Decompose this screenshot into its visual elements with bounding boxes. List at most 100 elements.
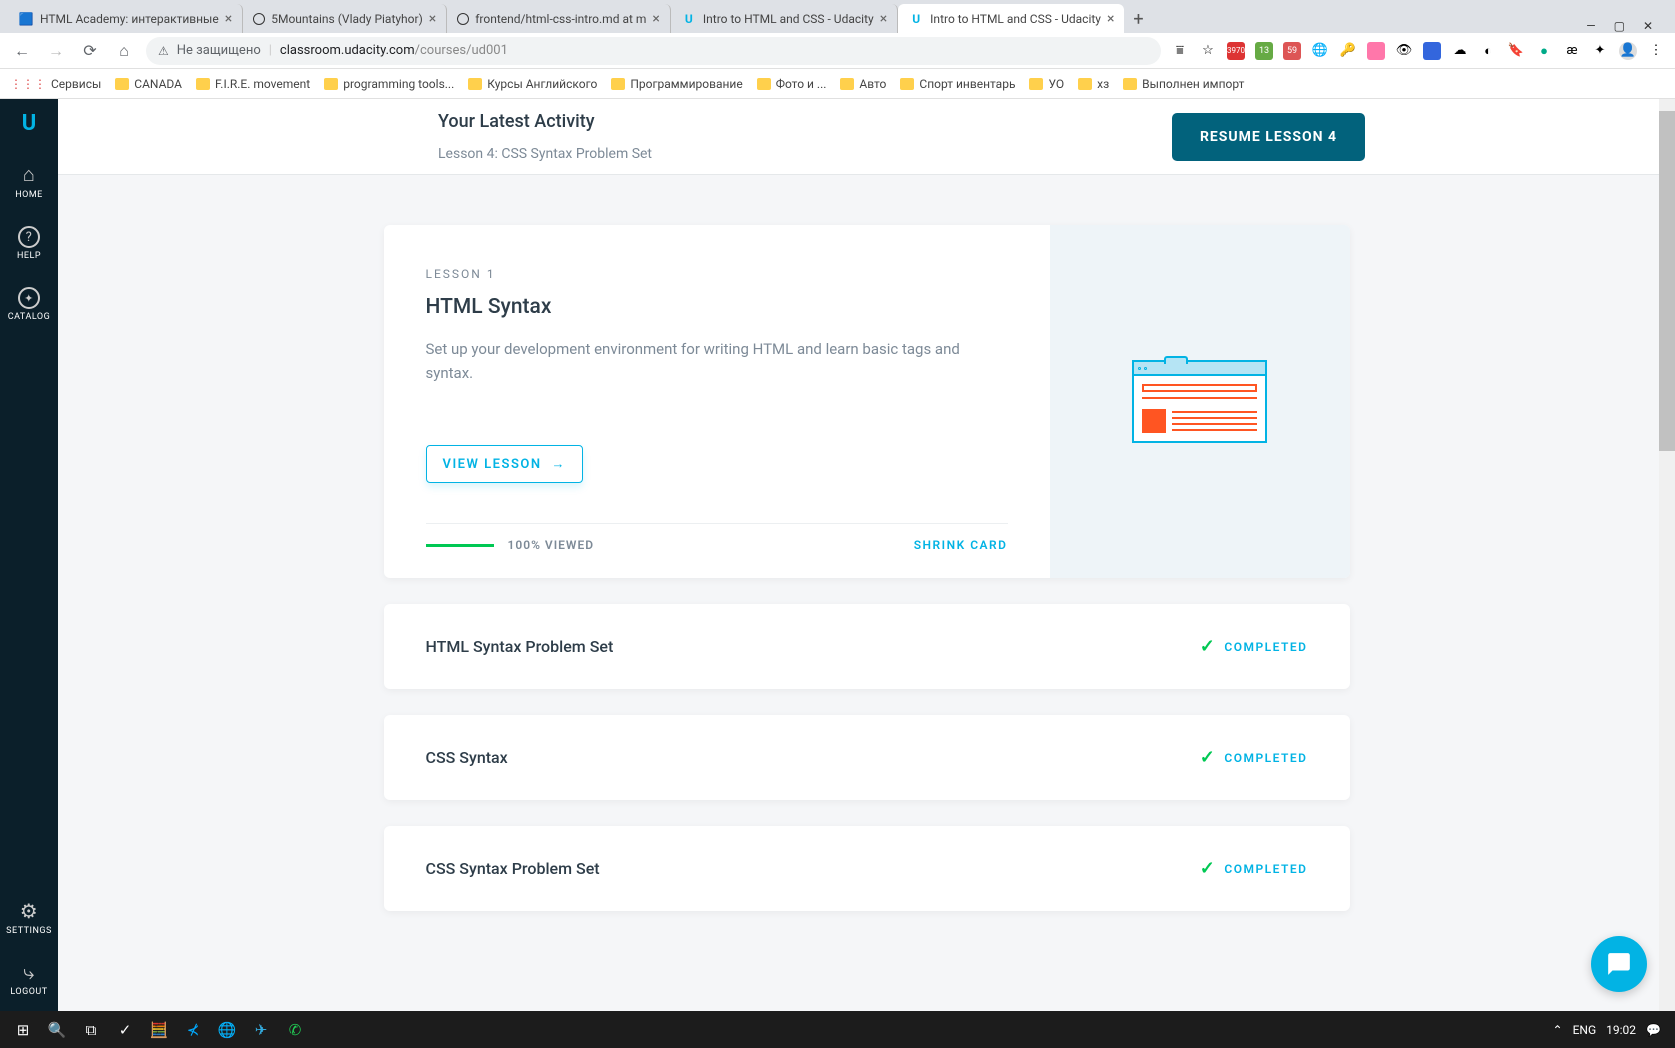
compass-icon: ✦ [18,287,40,309]
view-lesson-label: VIEW LESSON [443,457,542,472]
task-view-icon[interactable]: ⧉ [74,1015,108,1045]
sidebar-item-help[interactable]: ?HELP [17,226,41,261]
lesson-card[interactable]: CSS Syntax ✓COMPLETED [384,715,1350,800]
bookmark-folder[interactable]: УО [1029,77,1064,91]
folder-icon [1123,78,1137,90]
ext-icon[interactable]: 👁 [1395,42,1413,60]
back-button[interactable]: ← [10,39,34,63]
favicon: U [681,11,697,27]
ext-icon[interactable]: ● [1535,42,1553,60]
sidebar-item-settings[interactable]: ⚙SETTINGS [6,899,52,936]
resume-lesson-button[interactable]: RESUME LESSON 4 [1172,113,1365,161]
ext-icon[interactable]: 59 [1283,42,1301,60]
translate-icon[interactable]: ⩸ [1171,42,1189,60]
close-icon[interactable]: × [1107,11,1114,27]
language-indicator[interactable]: ENG [1573,1023,1597,1037]
tray-chevron-icon[interactable]: ⌃ [1553,1023,1563,1037]
bookmark-folder[interactable]: Авто [840,77,886,91]
sidebar-item-catalog[interactable]: ✦CATALOG [8,287,50,322]
favicon: 🟦 [18,11,34,27]
favicon [253,13,265,25]
lesson-card[interactable]: HTML Syntax Problem Set ✓COMPLETED [384,604,1350,689]
close-icon[interactable]: × [429,11,436,27]
arrow-right-icon: → [552,456,567,472]
scrollbar[interactable] [1659,99,1675,1011]
scroll-thumb[interactable] [1659,111,1675,451]
shrink-card-button[interactable]: SHRINK CARD [914,538,1008,552]
tab-3[interactable]: UIntro to HTML and CSS - Udacity× [671,4,898,33]
taskbar-app[interactable]: 🧮 [142,1015,176,1045]
completed-badge: ✓COMPLETED [1200,858,1308,879]
ext-icon[interactable]: 3970 [1227,42,1245,60]
udacity-logo[interactable]: U [22,111,37,136]
clock[interactable]: 19:02 [1606,1023,1636,1037]
ext-icon[interactable] [1423,42,1441,60]
ext-icon[interactable]: æ [1563,42,1581,60]
tab-title: frontend/html-css-intro.md at m [475,12,646,26]
apps-button[interactable]: ⋮⋮⋮Сервисы [10,77,101,91]
menu-icon[interactable]: ⋮ [1647,42,1665,60]
telegram-icon[interactable]: ✈ [244,1015,278,1045]
favicon [457,13,469,25]
address-bar: ← → ⟳ ⌂ ⚠ Не защищено | classroom.udacit… [0,33,1675,69]
chrome-icon[interactable]: 🌐 [210,1015,244,1045]
profile-avatar[interactable]: 👤 [1619,42,1637,60]
lesson-title: HTML Syntax [426,295,1008,319]
ext-icon[interactable] [1367,42,1385,60]
notifications-icon[interactable]: 💬 [1646,1023,1661,1037]
chat-button[interactable] [1591,936,1647,992]
completed-badge: ✓COMPLETED [1200,747,1308,768]
ext-icon[interactable]: 13 [1255,42,1273,60]
sidebar-item-logout[interactable]: ⤷LOGOUT [6,960,52,997]
search-icon[interactable]: 🔍 [40,1015,74,1045]
extensions-icon[interactable]: ✦ [1591,42,1609,60]
sidebar: U ⌂HOME ?HELP ✦CATALOG ⚙SETTINGS ⤷LOGOUT [0,99,58,1011]
tab-2[interactable]: frontend/html-css-intro.md at m × [447,4,671,33]
main-content: Your Latest Activity Lesson 4: CSS Synta… [58,99,1675,1011]
tab-4-active[interactable]: UIntro to HTML and CSS - Udacity× [898,4,1124,33]
ext-icon[interactable]: 🔑 [1339,42,1357,60]
view-lesson-button[interactable]: VIEW LESSON → [426,445,584,483]
start-button[interactable]: ⊞ [6,1015,40,1045]
bookmark-folder[interactable]: F.I.R.E. movement [196,77,310,91]
whatsapp-icon[interactable]: ✆ [278,1015,312,1045]
bookmark-folder[interactable]: Фото и ... [757,77,827,91]
forward-button[interactable]: → [44,39,68,63]
bookmark-folder[interactable]: Программирование [611,77,742,91]
activity-header: Your Latest Activity Lesson 4: CSS Synta… [58,99,1675,175]
new-tab-button[interactable]: + [1124,5,1152,33]
taskbar-app[interactable]: ✓ [108,1015,142,1045]
reload-button[interactable]: ⟳ [78,39,102,63]
bookmark-folder[interactable]: programming tools... [324,77,454,91]
bookmark-folder[interactable]: Выполнен импорт [1123,77,1244,91]
close-icon[interactable]: × [225,11,232,27]
star-icon[interactable]: ☆ [1199,42,1217,60]
extension-icons: ⩸ ☆ 3970 13 59 🌐 🔑 👁 ☁ ◐ 🔖 ● æ ✦ 👤 ⋮ [1171,42,1665,60]
ext-icon[interactable]: 🌐 [1311,42,1329,60]
close-window-icon[interactable]: ✕ [1643,19,1653,33]
check-icon: ✓ [1200,636,1217,657]
bookmark-folder[interactable]: CANADA [115,77,182,91]
bookmark-folder[interactable]: Курсы Английского [468,77,597,91]
minimize-icon[interactable]: — [1586,19,1595,33]
close-icon[interactable]: × [652,11,659,27]
lesson-card[interactable]: CSS Syntax Problem Set ✓COMPLETED [384,826,1350,911]
bookmark-folder[interactable]: Спорт инвентарь [900,77,1015,91]
tab-0[interactable]: 🟦HTML Academy: интерактивные× [8,4,243,33]
tab-title: 5Mountains (Vlady Piatyhor) [271,12,423,26]
vscode-icon[interactable]: ⊀ [176,1015,210,1045]
home-button[interactable]: ⌂ [112,39,136,63]
chat-icon [1606,951,1632,977]
tab-1[interactable]: 5Mountains (Vlady Piatyhor) × [243,4,447,33]
bookmark-folder[interactable]: хз [1078,77,1109,91]
ext-icon[interactable]: ☁ [1451,42,1469,60]
folder-icon [115,78,129,90]
maximize-icon[interactable]: ▢ [1614,19,1625,33]
close-icon[interactable]: × [880,11,887,27]
browser-tab-bar: 🟦HTML Academy: интерактивные× 5Mountains… [0,0,1675,33]
ext-icon[interactable]: ◐ [1479,42,1497,60]
ext-icon[interactable]: 🔖 [1507,42,1525,60]
url-input[interactable]: ⚠ Не защищено | classroom.udacity.com/co… [146,37,1161,65]
tab-title: Intro to HTML and CSS - Udacity [930,12,1101,26]
sidebar-item-home[interactable]: ⌂HOME [15,162,43,200]
